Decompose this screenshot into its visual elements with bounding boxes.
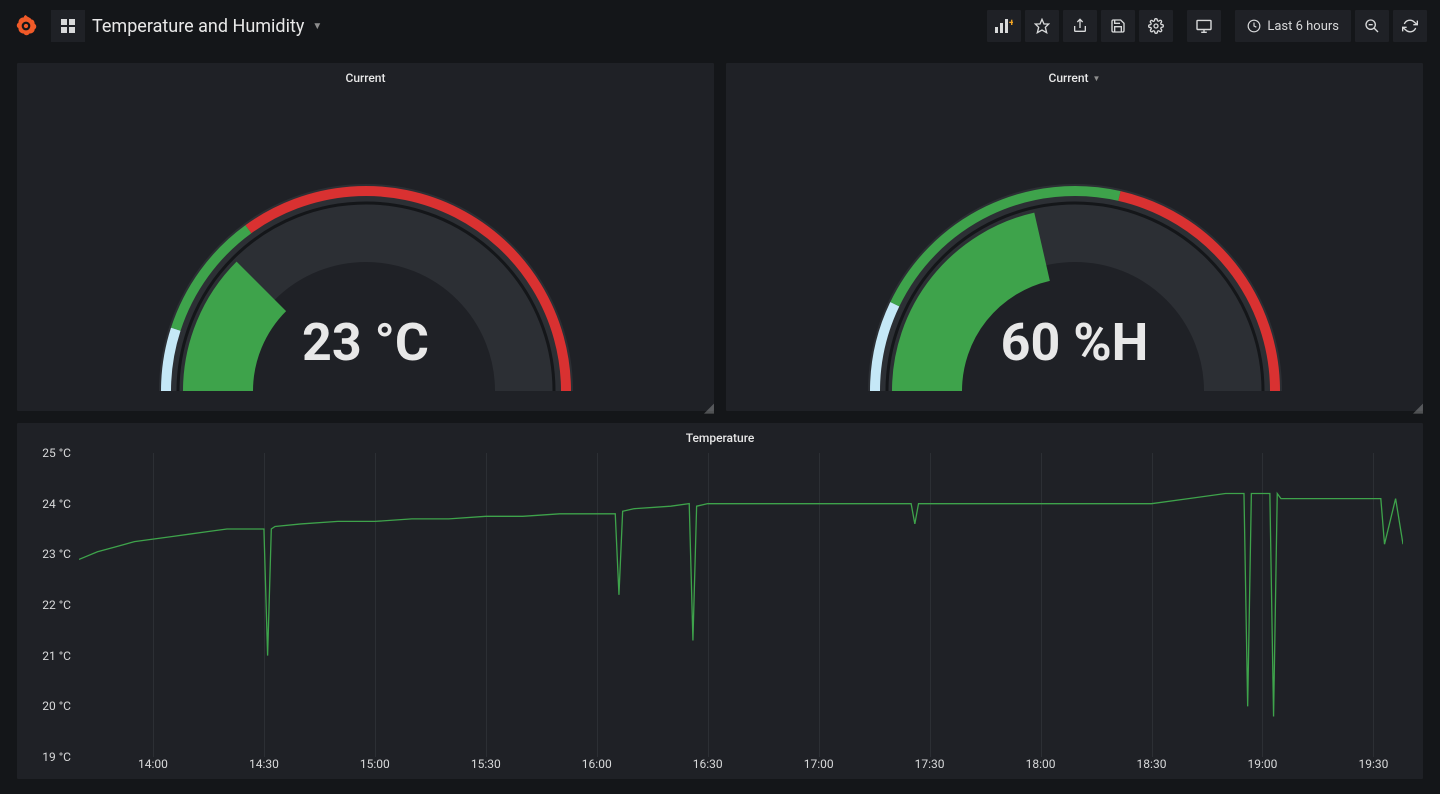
y-tick: 19 °C (42, 750, 71, 764)
star-button[interactable] (1024, 9, 1060, 43)
y-tick: 24 °C (42, 497, 71, 511)
x-tick: 16:00 (582, 757, 612, 771)
toolbar-time: Last 6 hours (1234, 9, 1428, 43)
temperature-chart-panel[interactable]: Temperature 19 °C20 °C21 °C22 °C23 °C24 … (16, 422, 1424, 780)
svg-text:+: + (1009, 19, 1013, 29)
humidity-gauge-panel[interactable]: Current ▼ 60 %H ◢ (725, 62, 1424, 412)
share-button[interactable] (1062, 9, 1098, 43)
y-tick: 22 °C (42, 598, 71, 612)
x-tick: 17:30 (915, 757, 945, 771)
dashboard-title-dropdown[interactable]: Temperature and Humidity ▼ (92, 16, 322, 37)
panel-title[interactable]: Current ▼ (726, 63, 1423, 93)
refresh-button[interactable] (1392, 9, 1428, 43)
time-range-button[interactable]: Last 6 hours (1234, 9, 1352, 43)
time-range-label: Last 6 hours (1267, 19, 1339, 34)
panel-title[interactable]: Temperature (17, 423, 1423, 453)
panel-grid: Current 23 °C ◢ Current ▼ 60 %H ◢ Temper… (0, 52, 1440, 790)
cycle-view-button[interactable] (1186, 9, 1222, 43)
toolbar-right: + (986, 9, 1174, 43)
dashboards-icon[interactable] (50, 9, 86, 43)
grafana-logo[interactable] (12, 12, 40, 40)
add-panel-button[interactable]: + (986, 9, 1022, 43)
chevron-down-icon: ▼ (1093, 74, 1101, 83)
x-tick: 17:00 (804, 757, 834, 771)
dashboard-title-text: Temperature and Humidity (92, 16, 304, 37)
x-tick: 14:00 (138, 757, 168, 771)
temperature-gauge-value: 23 °C (17, 312, 714, 373)
zoom-out-button[interactable] (1354, 9, 1390, 43)
x-tick: 19:00 (1248, 757, 1278, 771)
panel-title[interactable]: Current (17, 63, 714, 93)
x-tick: 14:30 (249, 757, 279, 771)
temperature-chart: 19 °C20 °C21 °C22 °C23 °C24 °C25 °C 14:0… (79, 453, 1403, 775)
x-tick: 18:00 (1026, 757, 1056, 771)
y-tick: 20 °C (42, 699, 71, 713)
chevron-down-icon: ▼ (312, 21, 322, 32)
y-tick: 23 °C (42, 547, 71, 561)
temperature-gauge-panel[interactable]: Current 23 °C ◢ (16, 62, 715, 412)
x-tick: 15:00 (360, 757, 390, 771)
x-tick: 16:30 (693, 757, 723, 771)
x-tick: 15:30 (471, 757, 501, 771)
top-toolbar: Temperature and Humidity ▼ + Last 6 hour… (0, 0, 1440, 52)
resize-handle[interactable]: ◢ (1413, 401, 1421, 409)
humidity-gauge-value: 60 %H (726, 312, 1423, 373)
x-tick: 18:30 (1137, 757, 1167, 771)
x-tick: 19:30 (1358, 757, 1388, 771)
settings-button[interactable] (1138, 9, 1174, 43)
y-tick: 21 °C (42, 649, 71, 663)
toolbar-view (1186, 9, 1222, 43)
y-tick: 25 °C (42, 446, 71, 460)
save-button[interactable] (1100, 9, 1136, 43)
resize-handle[interactable]: ◢ (704, 401, 712, 409)
